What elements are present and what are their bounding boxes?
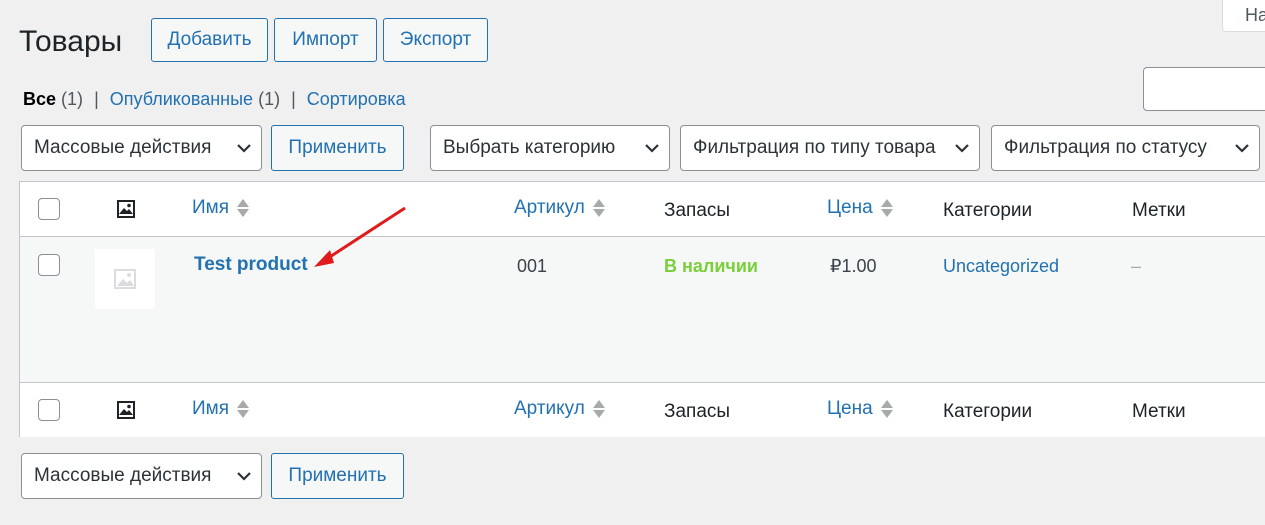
- bulk-actions-select-bottom[interactable]: Массовые действия: [21, 453, 262, 499]
- column-price[interactable]: Цена: [827, 197, 893, 219]
- product-name-link[interactable]: Test product: [194, 254, 308, 276]
- export-button[interactable]: Экспорт: [383, 18, 488, 62]
- product-thumbnail[interactable]: [95, 249, 155, 309]
- column-categories: Категории: [943, 200, 1033, 221]
- image-icon: [116, 400, 136, 425]
- column-sku-footer[interactable]: Артикул: [514, 398, 605, 420]
- table-row: Test product 001 В наличии ₽1.00 Uncateg…: [20, 237, 1265, 382]
- sort-icon: [592, 199, 605, 217]
- product-type-select[interactable]: Фильтрация по типу товара: [680, 125, 980, 171]
- table-footer: Имя Артикул Запасы Цена Категории Метки: [20, 382, 1265, 437]
- search-input[interactable]: [1143, 67, 1265, 111]
- column-name[interactable]: Имя: [192, 197, 250, 219]
- column-tags-footer: Метки: [1132, 401, 1186, 422]
- chevron-down-icon: [635, 143, 669, 153]
- chevron-down-icon: [945, 143, 979, 153]
- view-separator: |: [94, 89, 99, 109]
- view-all-count: (1): [61, 89, 84, 109]
- table-header: Имя Артикул Запасы Цена Категории Метки: [20, 182, 1265, 237]
- view-sorting-link[interactable]: Сортировка: [307, 89, 406, 109]
- product-price: ₽1.00: [830, 256, 877, 276]
- view-separator: |: [291, 89, 296, 109]
- placeholder-image-icon: [114, 269, 136, 289]
- category-select[interactable]: Выбрать категорию: [430, 125, 670, 171]
- sort-icon: [237, 199, 250, 217]
- apply-button-bottom[interactable]: Применить: [271, 453, 404, 499]
- column-stock: Запасы: [664, 200, 731, 221]
- page-title: Товары: [19, 25, 123, 58]
- column-tags: Метки: [1132, 200, 1186, 221]
- chevron-down-icon: [1225, 143, 1259, 153]
- stock-status-badge: В наличии: [664, 256, 758, 276]
- view-filters: Все (1) | Опубликованные (1) | Сортировк…: [23, 89, 406, 110]
- import-button[interactable]: Импорт: [274, 18, 377, 62]
- view-published-link[interactable]: Опубликованные (1): [110, 89, 280, 109]
- image-icon: [116, 199, 136, 224]
- product-category-link[interactable]: Uncategorized: [943, 256, 1059, 277]
- products-table: Имя Артикул Запасы Цена Категории Метки …: [19, 181, 1265, 437]
- select-all-checkbox-bottom[interactable]: [38, 399, 60, 421]
- column-name-footer[interactable]: Имя: [192, 398, 250, 420]
- select-all-checkbox[interactable]: [38, 198, 60, 220]
- product-tags: –: [1131, 256, 1142, 276]
- column-stock-footer: Запасы: [664, 401, 731, 422]
- product-sku: 001: [517, 256, 548, 276]
- stock-status-select[interactable]: Фильтрация по статусу: [991, 125, 1260, 171]
- chevron-down-icon: [227, 143, 261, 153]
- row-checkbox[interactable]: [38, 254, 60, 276]
- bulk-actions-select[interactable]: Массовые действия: [21, 125, 262, 171]
- column-sku[interactable]: Артикул: [514, 197, 605, 219]
- annotation-arrow-icon: [314, 206, 406, 267]
- help-tab[interactable]: На: [1222, 0, 1265, 32]
- chevron-down-icon: [227, 471, 261, 481]
- sort-icon: [880, 199, 893, 217]
- view-all-label[interactable]: Все: [23, 89, 56, 109]
- apply-button[interactable]: Применить: [271, 125, 404, 171]
- column-categories-footer: Категории: [943, 401, 1033, 422]
- sort-icon: [880, 400, 893, 418]
- sort-icon: [237, 400, 250, 418]
- column-price-footer[interactable]: Цена: [827, 398, 893, 420]
- sort-icon: [592, 400, 605, 418]
- add-product-button[interactable]: Добавить: [151, 18, 268, 62]
